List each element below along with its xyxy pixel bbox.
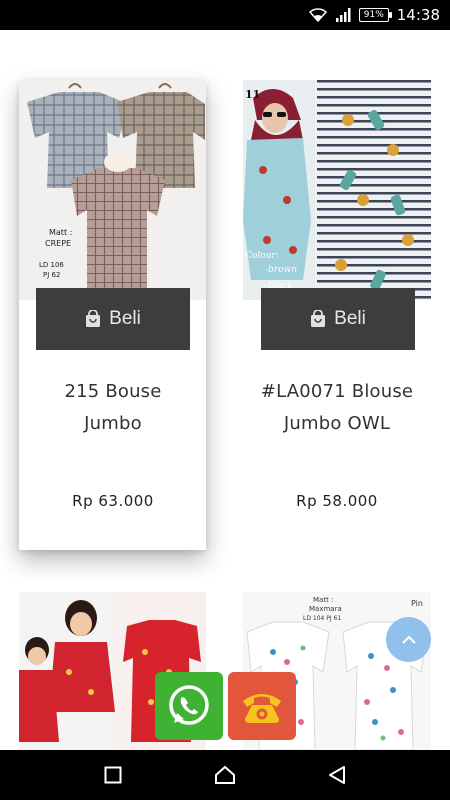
- image-caption: Maxmara: [309, 605, 342, 613]
- product-grid: Matt : CREPE LD 106 PJ 62 Beli 215 Bouse…: [0, 30, 450, 750]
- product-image-1[interactable]: Matt : CREPE LD 106 PJ 62: [19, 80, 206, 300]
- battery-text: 91%: [363, 10, 384, 20]
- status-bar: 91% 14:38: [0, 0, 450, 30]
- image-caption: PJ 62: [43, 271, 60, 279]
- scroll-top-button[interactable]: [386, 617, 431, 662]
- chevron-up-icon: [401, 635, 416, 644]
- home-icon: [215, 765, 235, 784]
- blouse-owl-illustration: 11 Colour: -brown -black: [243, 80, 431, 300]
- title-line: Jumbo OWL: [283, 413, 391, 434]
- phone-icon: [243, 694, 281, 723]
- back-button[interactable]: [322, 760, 352, 790]
- image-caption: -brown: [265, 265, 297, 275]
- status-icons: 91% 14:38: [308, 0, 440, 30]
- product-title-2[interactable]: #LA0071 Blouse Jumbo OWL: [237, 376, 437, 440]
- square-icon: [104, 766, 122, 784]
- image-caption: CREPE: [45, 239, 71, 248]
- wifi-icon: [308, 8, 327, 22]
- call-button[interactable]: [228, 672, 296, 740]
- whatsapp-button[interactable]: [155, 672, 223, 740]
- product-title-1[interactable]: 215 Bouse Jumbo: [13, 376, 213, 440]
- image-caption: LD 106: [39, 261, 64, 269]
- buy-button-label: Beli: [334, 308, 366, 329]
- recent-apps-button[interactable]: [98, 760, 128, 790]
- battery-indicator: 91%: [358, 8, 392, 22]
- triangle-back-icon: [329, 766, 345, 784]
- status-time: 14:38: [396, 6, 440, 24]
- buy-button-2[interactable]: Beli: [261, 288, 415, 350]
- image-caption: Matt :: [313, 596, 333, 604]
- title-line: Jumbo: [84, 413, 142, 434]
- navigation-bar: [0, 750, 450, 800]
- signal-icon: [335, 8, 351, 22]
- whatsapp-icon: [169, 685, 209, 725]
- product-card-1[interactable]: Matt : CREPE LD 106 PJ 62 Beli 215 Bouse…: [19, 80, 206, 550]
- home-button[interactable]: [210, 760, 240, 790]
- title-line: 215 Bouse: [64, 381, 162, 402]
- buy-button-label: Beli: [109, 308, 141, 329]
- shopping-bag-icon: [311, 310, 326, 327]
- image-caption: Matt :: [49, 228, 72, 237]
- product-image-2[interactable]: 11 Colour: -brown -black: [243, 80, 431, 300]
- image-caption: 11: [245, 88, 260, 101]
- image-caption: Colour:: [245, 251, 279, 261]
- title-line: #LA0071 Blouse: [260, 381, 414, 402]
- product-price-1: Rp 63.000: [72, 492, 154, 510]
- image-caption: LD 104 PJ 61: [303, 615, 341, 622]
- shopping-bag-icon: [86, 310, 101, 327]
- product-card-2[interactable]: 11 Colour: -brown -black Beli #LA0071 Bl…: [243, 80, 431, 550]
- product-price-2: Rp 58.000: [296, 492, 378, 510]
- buy-button-1[interactable]: Beli: [36, 288, 190, 350]
- blouse-plaid-illustration: Matt : CREPE LD 106 PJ 62: [19, 80, 206, 300]
- image-caption: Pin: [411, 599, 423, 608]
